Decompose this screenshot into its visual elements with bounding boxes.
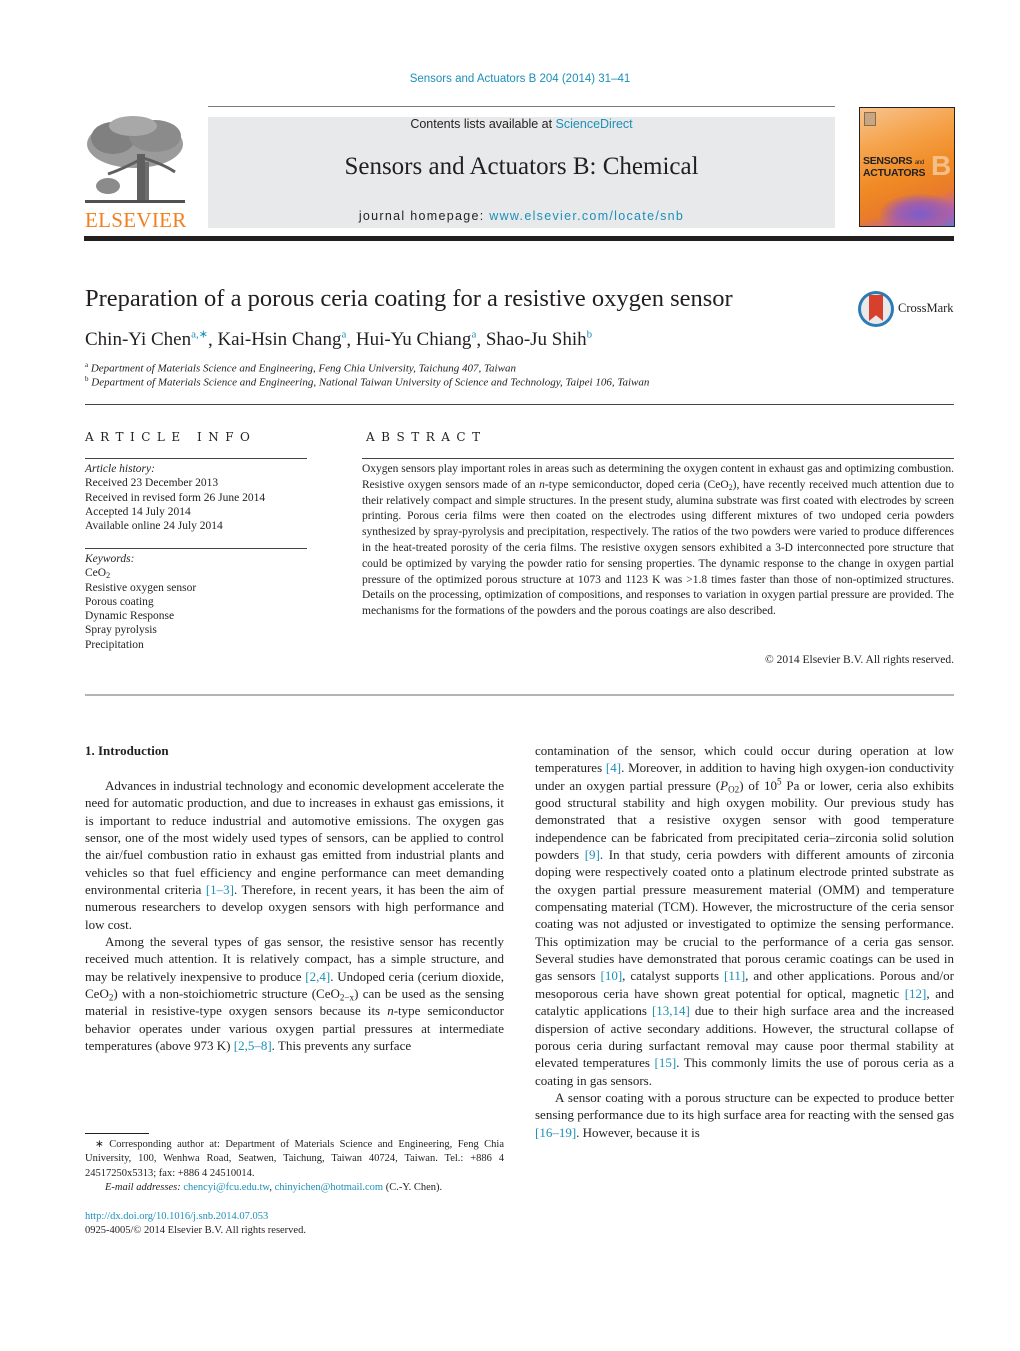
cover-title-line1: SENSORS and — [863, 155, 924, 167]
sciencedirect-link[interactable]: ScienceDirect — [556, 117, 633, 131]
divider — [85, 404, 954, 405]
journal-cover-image: B SENSORS and ACTUATORS — [859, 107, 955, 227]
paragraph: Among the several types of gas sensor, t… — [85, 934, 505, 1054]
author[interactable]: Shao-Ju Shihb — [486, 329, 592, 350]
author-list: Chin-Yi Chena,∗, Kai-Hsin Changa, Hui-Yu… — [85, 329, 593, 351]
author[interactable]: Hui-Yu Chianga — [356, 329, 476, 350]
citation-link[interactable]: [2,5–8] — [234, 1038, 272, 1053]
history-item: Received 23 December 2013 — [85, 477, 219, 490]
abstract-text: Oxygen sensors play important roles in a… — [362, 463, 954, 618]
citation-link[interactable]: [12] — [905, 986, 927, 1001]
header-rule — [208, 106, 835, 107]
crossmark-button[interactable]: CrossMark — [858, 291, 958, 329]
affiliation: b Department of Materials Science and En… — [85, 375, 650, 389]
divider — [362, 458, 954, 459]
affiliation: a Department of Materials Science and En… — [85, 361, 516, 375]
article-history: Article history: Received 23 December 20… — [85, 462, 265, 533]
author[interactable]: Kai-Hsin Changa — [217, 329, 346, 350]
citation-link[interactable]: [16–19] — [535, 1125, 576, 1140]
issn-copyright: 0925-4005/© 2014 Elsevier B.V. All right… — [85, 1225, 306, 1236]
cover-title-line2: ACTUATORS — [863, 167, 926, 179]
citation-link[interactable]: [4] — [606, 760, 621, 775]
keyword: Precipitation — [85, 638, 144, 651]
body-column-right: contamination of the sensor, which could… — [535, 742, 954, 1141]
contents-prefix: Contents lists available at — [410, 117, 556, 131]
keyword: Dynamic Response — [85, 610, 175, 623]
crossmark-label: CrossMark — [898, 301, 954, 315]
divider — [85, 548, 307, 549]
corresponding-author-note: ∗ Corresponding author at: Department of… — [85, 1139, 504, 1179]
email-link[interactable]: chencyi@fcu.edu.tw — [183, 1182, 269, 1193]
history-item: Available online 24 July 2014 — [85, 520, 223, 533]
email-note: E-mail addresses: chencyi@fcu.edu.tw, ch… — [105, 1181, 443, 1193]
article-info-heading: ARTICLE INFO — [85, 430, 257, 444]
keyword: Resistive oxygen sensor — [85, 581, 197, 594]
citation-link[interactable]: [11] — [724, 968, 745, 983]
section-heading: 1. Introduction — [85, 743, 169, 758]
paragraph: contamination of the sensor, which could… — [535, 743, 954, 1088]
journal-homepage-link[interactable]: www.elsevier.com/locate/snb — [489, 209, 684, 223]
citation-link[interactable]: [9] — [585, 847, 600, 862]
citation-link[interactable]: [15] — [654, 1055, 676, 1070]
abstract-heading: ABSTRACT — [366, 430, 487, 444]
section-divider — [85, 694, 954, 696]
divider — [85, 458, 307, 459]
keyword: CeO2 — [85, 567, 111, 581]
journal-citation-link[interactable]: Sensors and Actuators B 204 (2014) 31–41 — [0, 73, 1020, 85]
footnotes: ∗ Corresponding author at: Department of… — [85, 1138, 504, 1195]
paragraph: Advances in industrial technology and ec… — [85, 778, 505, 932]
paper-title: Preparation of a porous ceria coating fo… — [85, 285, 733, 312]
abstract-copyright: © 2014 Elsevier B.V. All rights reserved… — [765, 654, 954, 666]
history-item: Accepted 14 July 2014 — [85, 505, 191, 518]
citation-link[interactable]: [13,14] — [652, 1003, 690, 1018]
footnote-rule — [85, 1133, 149, 1134]
journal-homepage-line: journal homepage: www.elsevier.com/locat… — [208, 209, 835, 223]
citation-link[interactable]: [2,4] — [305, 969, 330, 984]
contents-line: Contents lists available at ScienceDirec… — [208, 117, 835, 131]
header-thick-rule — [84, 236, 954, 241]
citation-link[interactable]: [10] — [600, 968, 622, 983]
homepage-prefix: journal homepage: — [358, 209, 490, 223]
paragraph: A sensor coating with a porous structure… — [535, 1089, 954, 1140]
journal-title: Sensors and Actuators B: Chemical — [344, 153, 699, 180]
author[interactable]: Chin-Yi Chena,∗ — [85, 329, 208, 350]
cover-publisher-icon — [864, 112, 876, 126]
citation-link[interactable]: [1–3] — [206, 882, 234, 897]
keyword: Porous coating — [85, 595, 154, 608]
cover-decoration — [880, 194, 954, 226]
doi-link[interactable]: http://dx.doi.org/10.1016/j.snb.2014.07.… — [85, 1211, 268, 1222]
elsevier-wordmark: ELSEVIER — [85, 208, 187, 232]
keywords-label: Keywords: — [85, 553, 135, 565]
history-item: Received in revised form 26 June 2014 — [85, 491, 266, 504]
email-link[interactable]: chinyichen@hotmail.com — [275, 1182, 384, 1193]
cover-letter: B — [931, 150, 952, 181]
history-label: Article history: — [85, 463, 155, 475]
keyword: Spray pyrolysis — [85, 624, 157, 637]
body-column-left: Advances in industrial technology and ec… — [85, 777, 504, 1055]
keywords: Keywords: CeO2 Resistive oxygen sensor P… — [85, 552, 196, 652]
